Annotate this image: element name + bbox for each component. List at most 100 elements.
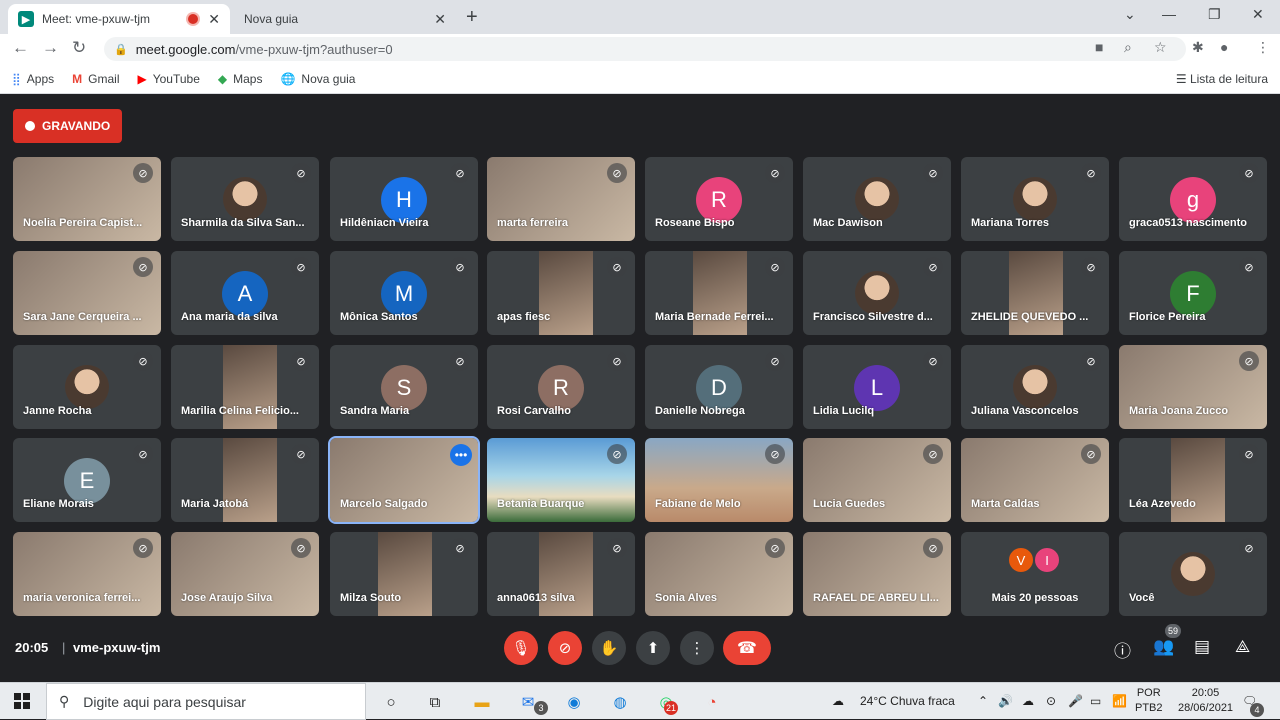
participant-tile[interactable]: ⊘ Betania Buarque [487,438,635,522]
camera-icon[interactable]: ■ [1095,39,1103,55]
input-language[interactable]: POR PTB2 [1135,686,1163,716]
participant-tile[interactable]: ⊘ Francisco Silvestre d... [803,251,951,335]
tab-meet[interactable]: ▶ Meet: vme-pxuw-tjm ✕ [8,4,230,34]
participant-tile[interactable]: ⊘ Maria Jatobá [171,438,319,522]
more-vert-icon: ⋮ [689,640,705,657]
microphone-tray-icon[interactable]: 🎤 [1068,694,1083,708]
battery-icon[interactable]: ▭ [1090,694,1101,708]
new-tab-button[interactable]: + [466,6,478,29]
participant-tile[interactable]: ⊘ Você [1119,532,1267,616]
participant-tile[interactable]: R ⊘ Roseane Bispo [645,157,793,241]
more-options-button[interactable]: ⋮ [680,631,714,665]
address-bar[interactable]: 🔒 meet.google.com/vme-pxuw-tjm?authuser=… [104,37,1186,61]
participant-tile[interactable]: ⊘ Mac Dawison [803,157,951,241]
task-view-icon[interactable]: ⧉ [424,691,446,713]
tab-nova-guia[interactable]: Nova guia ✕ [234,4,456,34]
tile-options-icon[interactable]: ••• [450,444,472,466]
profile-dropdown-icon[interactable]: ⌄ [1124,6,1136,23]
participant-tile[interactable]: A ⊘ Ana maria da silva [171,251,319,335]
taskbar-search[interactable]: ⚲ Digite aqui para pesquisar [46,683,366,720]
participant-tile[interactable]: D ⊘ Danielle Nobrega [645,345,793,429]
chrome-icon[interactable]: ◔ [701,691,723,713]
participant-tile[interactable]: ⊘ Milza Souto [330,532,478,616]
muted-mic-icon: ⊘ [133,163,153,183]
participant-tile[interactable]: ⊘ Sara Jane Cerqueira ... [13,251,161,335]
mic-toggle-button[interactable]: 🎙 [504,631,538,665]
extensions-icon[interactable]: ✱ [1192,39,1204,56]
reload-icon[interactable]: ↻ [72,38,86,58]
show-hidden-icons[interactable]: ⌃ [978,694,988,708]
participant-tile[interactable]: ⊘ ZHELIDE QUEVEDO ... [961,251,1109,335]
bookmark-maps[interactable]: ◆ Maps [218,72,263,86]
participant-tile[interactable]: F ⊘ Florice Pereira [1119,251,1267,335]
participant-tile[interactable]: ⊘ Léa Azevedo [1119,438,1267,522]
muted-mic-icon: ⊘ [133,538,153,558]
file-explorer-icon[interactable]: ▬ [471,691,493,713]
bookmark-star-icon[interactable]: ☆ [1154,39,1167,56]
participant-tile[interactable]: ⊘ Sharmila da Silva San... [171,157,319,241]
participant-tile[interactable]: ••• Marcelo Salgado [328,436,480,524]
participant-tile[interactable]: S ⊘ Sandra Maria [330,345,478,429]
participant-tile[interactable]: ⊘ Sonia Alves [645,532,793,616]
zoom-icon[interactable]: ⌕ [1124,39,1132,56]
lock-icon: 🔒 [114,43,128,56]
minimize-icon[interactable]: — [1162,6,1176,22]
edge-icon[interactable]: ◉ [563,691,585,713]
participant-tile[interactable]: R ⊘ Rosi Carvalho [487,345,635,429]
participant-tile[interactable]: ⊘ Marta Caldas [961,438,1109,522]
camera-tray-icon[interactable]: ⊙ [1046,694,1056,708]
participant-tile[interactable]: ⊘ Juliana Vasconcelos [961,345,1109,429]
participant-tile[interactable]: ⊘ Maria Joana Zucco [1119,345,1267,429]
participant-tile[interactable]: ⊘ Maria Bernade Ferrei... [645,251,793,335]
participant-tile[interactable]: E ⊘ Eliane Morais [13,438,161,522]
activities-button[interactable]: ⟁ [1235,637,1250,657]
participant-tile[interactable]: ⊘ Janne Rocha [13,345,161,429]
reading-list[interactable]: ☰ Lista de leitura [1176,72,1268,86]
participant-tile[interactable]: ⊘ marta ferreira [487,157,635,241]
cortana-icon[interactable]: ○ [380,691,402,713]
participant-tile[interactable]: ⊘ Mariana Torres [961,157,1109,241]
onedrive-icon[interactable]: ☁ [1022,694,1034,708]
more-participants-avatars: VI [1007,546,1061,574]
participant-tile[interactable]: ⊘ Lucia Guedes [803,438,951,522]
raise-hand-button[interactable]: ✋ [592,631,626,665]
participant-tile[interactable]: ⊘ RAFAEL DE ABREU LI... [803,532,951,616]
network-icon[interactable]: 📶 [1112,694,1127,708]
participant-tile[interactable]: V I Mais 20 pessoas [961,532,1109,616]
back-icon[interactable]: ← [12,38,29,58]
participant-tile[interactable]: L ⊘ Lidia Lucilq [803,345,951,429]
participant-tile[interactable]: ⊘ Jose Araujo Silva [171,532,319,616]
participant-tile[interactable]: ⊘ Fabiane de Melo [645,438,793,522]
close-tab-icon[interactable]: ✕ [434,11,446,28]
leave-call-button[interactable]: ☎ [723,631,771,665]
bookmark-apps[interactable]: ⣿ Apps [12,72,54,86]
chat-button[interactable]: ▤ [1194,637,1210,657]
bookmark-gmail[interactable]: M Gmail [72,72,119,86]
taskbar-clock[interactable]: 20:05 28/06/2021 [1178,686,1233,716]
muted-mic-icon: ⊘ [450,538,470,558]
bookmark-nova-guia[interactable]: 🌐 Nova guia [280,72,355,86]
participant-tile[interactable]: g ⊘ graca0513 nascimento [1119,157,1267,241]
participant-tile[interactable]: ⊘ apas fiesc [487,251,635,335]
participant-tile[interactable]: ⊘ Marilia Celina Felicio... [171,345,319,429]
participant-tile[interactable]: ⊘ Noelia Pereira Capist... [13,157,161,241]
participant-tile[interactable]: ⊘ anna0613 silva [487,532,635,616]
weather-text[interactable]: 24°C Chuva fraca [860,694,955,708]
bookmark-youtube[interactable]: ▶ YouTube [138,72,200,86]
menu-icon[interactable]: ⋮ [1256,39,1270,56]
people-button[interactable]: 👥 [1153,637,1174,657]
restore-icon[interactable]: ❐ [1208,6,1221,23]
close-tab-icon[interactable]: ✕ [208,11,220,28]
participant-tile[interactable]: M ⊘ Mônica Santos [330,251,478,335]
camera-toggle-button[interactable]: ⊘ [548,631,582,665]
participant-tile[interactable]: H ⊘ Hildêniacn Vieira [330,157,478,241]
participant-tile[interactable]: ⊘ maria veronica ferrei... [13,532,161,616]
volume-icon[interactable]: 🔊 [998,694,1013,708]
close-window-icon[interactable]: ✕ [1252,6,1264,23]
present-button[interactable]: ⬆ [636,631,670,665]
profile-avatar-icon[interactable]: ● [1220,39,1228,55]
windows-start-icon[interactable] [14,693,30,709]
dell-icon[interactable]: ◍ [609,691,631,713]
forward-icon[interactable]: → [42,38,59,58]
meeting-info-button[interactable]: ⓘ [1114,637,1131,662]
